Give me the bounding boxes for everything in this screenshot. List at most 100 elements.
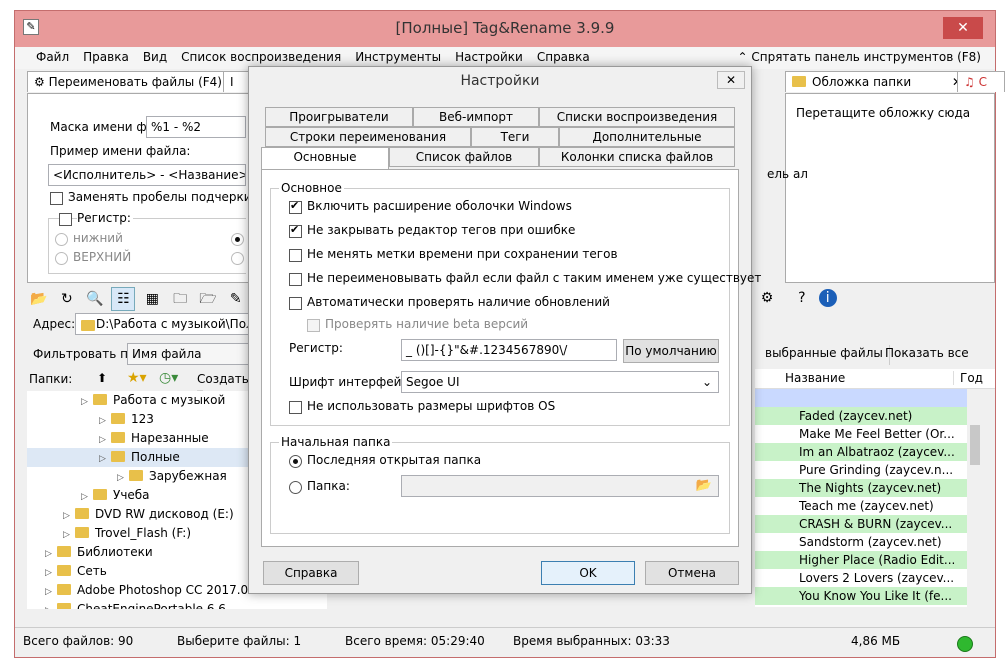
option-checkbox-1[interactable] [289, 223, 302, 238]
dialog-close-button[interactable]: ✕ [717, 71, 745, 89]
search-icon[interactable]: 🔍 [84, 288, 106, 310]
title-bar[interactable]: ✎ [Полные] Tag&Rename 3.9.9 ✕ [15, 11, 995, 47]
folder-icon[interactable]: 🗀 [169, 288, 191, 310]
file-row[interactable]: Sunset ... [755, 605, 967, 607]
menu-item-2[interactable]: Вид [136, 47, 174, 67]
file-row[interactable]: The Nights (zaycev.net) [755, 479, 967, 497]
tab-file-list[interactable]: Список файлов [389, 147, 539, 167]
expand-arrow-icon[interactable]: ▷ [45, 564, 57, 581]
font-select[interactable]: Segoe UI ⌄ [401, 371, 719, 393]
horizontal-scrollbar[interactable] [27, 609, 983, 625]
grid-view-icon[interactable]: ▦ [141, 288, 163, 310]
expand-arrow-icon[interactable]: ▷ [81, 393, 93, 410]
file-row[interactable] [755, 389, 967, 407]
register-setting-input[interactable]: _ ()[]-{}"&#.1234567890\/ [401, 339, 617, 361]
file-row[interactable]: Im an Albatraoz (zaycev... [755, 443, 967, 461]
file-row[interactable]: Lovers 2 Lovers (zaycev... [755, 569, 967, 587]
file-row[interactable]: Teach me (zaycev.net) [755, 497, 967, 515]
up-folder-icon[interactable]: ⬆ [97, 371, 107, 385]
expand-arrow-icon[interactable]: ▷ [117, 469, 129, 486]
file-row[interactable]: Make Me Feel Better (Or... [755, 425, 967, 443]
settings-dialog: Настройки ✕ Проигрыватели Веб-импорт Спи… [248, 66, 761, 594]
lower-radio[interactable] [55, 233, 68, 246]
tab-tags[interactable]: Теги [471, 127, 559, 147]
option-checkbox-2[interactable] [289, 249, 302, 262]
close-window-button[interactable]: ✕ [943, 17, 983, 39]
tab-playlists[interactable]: Списки воспроизведения [539, 107, 735, 127]
menu-item-0[interactable]: Файл [29, 47, 76, 67]
file-row[interactable]: CRASH & BURN (zaycev... [755, 515, 967, 533]
folder-new-icon[interactable]: 🗁 [197, 288, 219, 310]
tree-view-icon[interactable]: ☷ [111, 287, 136, 311]
col-year-header[interactable]: Год [953, 371, 983, 385]
file-row[interactable]: Higher Place (Radio Edit... [755, 551, 967, 569]
option-checkbox-3[interactable] [289, 273, 302, 286]
open-folder-icon[interactable]: 📂 [28, 288, 50, 310]
edit-icon[interactable]: ✎ [225, 288, 247, 310]
favorites-star-icon[interactable]: ★▾ [127, 370, 147, 386]
menu-item-5[interactable]: Настройки [448, 47, 530, 67]
custom-folder-input[interactable]: 📂 [401, 475, 719, 497]
help-button[interactable]: Справка [263, 561, 359, 585]
help-icon[interactable]: ? [791, 287, 813, 309]
cover-hint: Перетащите обложку сюда [796, 106, 971, 120]
default-button[interactable]: По умолчанию [623, 339, 719, 363]
browse-folder-icon[interactable]: 📂 [696, 476, 712, 496]
tree-item-label: Учеба [113, 488, 150, 502]
upper-radio[interactable] [55, 252, 68, 265]
tab-audio[interactable]: ♫ C [957, 71, 1005, 92]
menu-item-1[interactable]: Правка [76, 47, 136, 67]
selected-files-button[interactable]: выбранные файлы [759, 345, 890, 365]
col-title-header[interactable]: Название [785, 371, 845, 385]
expand-arrow-icon[interactable]: ▷ [45, 545, 57, 562]
refresh-icon[interactable]: ↻ [56, 288, 78, 310]
menu-item-6[interactable]: Справка [530, 47, 597, 67]
option-checkbox-4[interactable] [289, 297, 302, 310]
file-row[interactable]: Faded (zaycev.net) [755, 407, 967, 425]
menu-item-3[interactable]: Список воспроизведения [174, 47, 348, 67]
expand-arrow-icon[interactable]: ▷ [45, 602, 57, 609]
register-checkbox[interactable] [59, 213, 72, 226]
last-folder-radio[interactable] [289, 455, 302, 468]
custom-folder-radio[interactable] [289, 481, 302, 494]
expand-arrow-icon[interactable]: ▷ [81, 488, 93, 505]
hide-toolbar-button[interactable]: ⌃ Спрятать панель инструментов (F8) [738, 50, 982, 64]
settings-icon[interactable]: ⚙ [756, 287, 778, 309]
file-row[interactable]: You Know You Like It (fe... [755, 587, 967, 605]
cover-panel[interactable]: Перетащите обложку сюда [785, 93, 995, 283]
expand-arrow-icon[interactable]: ▷ [63, 507, 75, 524]
show-all-button[interactable]: Показать все [879, 345, 975, 365]
tab-folder-cover[interactable]: Обложка папки✕ [785, 71, 967, 92]
expand-arrow-icon[interactable]: ▷ [99, 450, 111, 467]
file-list-scrollbar[interactable] [967, 389, 983, 607]
tab-file-list-columns[interactable]: Колонки списка файлов [539, 147, 735, 167]
tab-rename-strings[interactable]: Строки переименования [265, 127, 471, 147]
info-icon[interactable]: i [818, 289, 837, 307]
tab-rename-files[interactable]: ⚙ Переименовать файлы (F4) [27, 71, 231, 92]
ok-button[interactable]: OK [541, 561, 635, 585]
history-icon[interactable]: ◷▾ [159, 370, 178, 386]
tab-players[interactable]: Проигрыватели [265, 107, 413, 127]
file-row[interactable]: Sandstorm (zaycev.net) [755, 533, 967, 551]
case-radio-3[interactable] [231, 252, 244, 265]
dialog-title-bar[interactable]: Настройки ✕ [249, 67, 751, 95]
address-input[interactable]: D:\Работа с музыкой\Полн [75, 313, 249, 335]
tree-item[interactable]: ▷ CheatEnginePortable 6.6 [27, 600, 327, 609]
cancel-button[interactable]: Отмена [645, 561, 739, 585]
tab-web-import[interactable]: Веб-импорт [413, 107, 539, 127]
scrollbar-thumb[interactable] [970, 425, 980, 465]
tab-additional[interactable]: Дополнительные [559, 127, 735, 147]
case-radio-2[interactable] [231, 233, 244, 246]
file-row[interactable]: Pure Grinding (zaycev.n... [755, 461, 967, 479]
tab-main[interactable]: Основные [261, 147, 389, 169]
no-os-fonts-checkbox[interactable] [289, 401, 302, 414]
replace-spaces-checkbox[interactable] [50, 192, 63, 205]
expand-arrow-icon[interactable]: ▷ [63, 526, 75, 543]
expand-arrow-icon[interactable]: ▷ [99, 412, 111, 429]
mask-input[interactable]: %1 - %2 [146, 116, 246, 138]
expand-arrow-icon[interactable]: ▷ [99, 431, 111, 448]
filter-select[interactable]: Имя файла [127, 343, 249, 365]
menu-item-4[interactable]: Инструменты [348, 47, 448, 67]
expand-arrow-icon[interactable]: ▷ [45, 583, 57, 600]
option-checkbox-0[interactable] [289, 199, 302, 214]
